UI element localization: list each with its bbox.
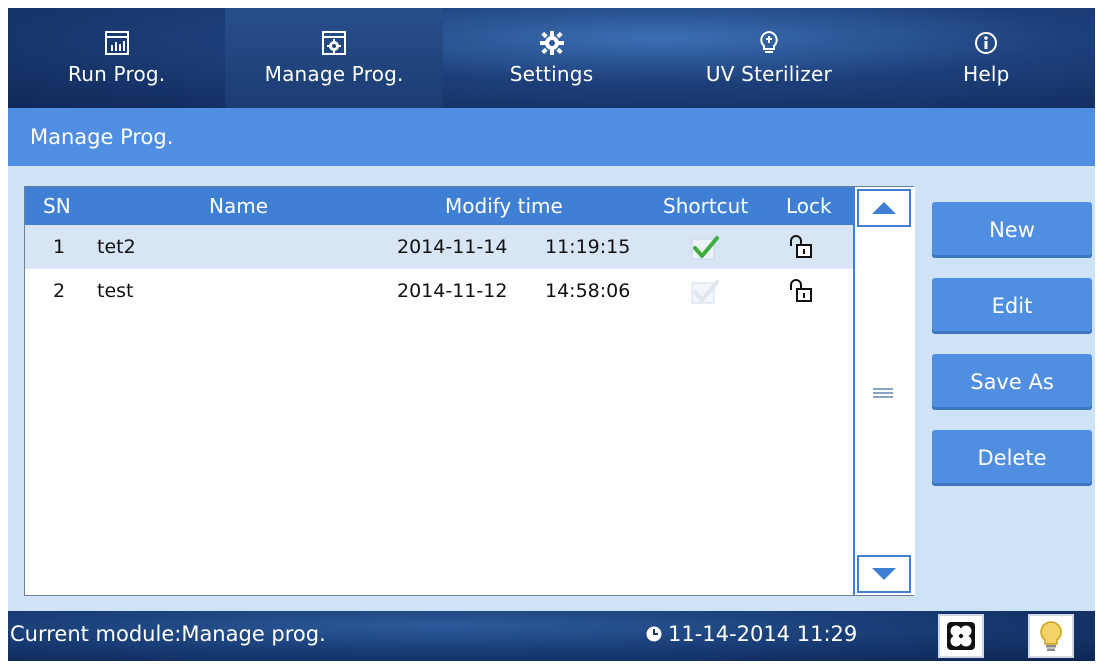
edit-button[interactable]: Edit bbox=[932, 278, 1092, 334]
tab-label: UV Sterilizer bbox=[705, 62, 832, 86]
cell-time: 11:19:15 bbox=[545, 236, 631, 258]
cell-name: test bbox=[97, 280, 134, 302]
scroll-up-button[interactable] bbox=[857, 189, 911, 227]
uv-bulb-icon bbox=[756, 30, 782, 56]
page-title-bar: Manage Prog. bbox=[8, 108, 1095, 166]
scroll-grip-icon[interactable] bbox=[873, 384, 893, 398]
cell-sn: 1 bbox=[53, 236, 66, 258]
triangle-down-icon bbox=[872, 568, 896, 580]
cell-date: 2014-11-14 bbox=[397, 236, 508, 258]
shortcut-checkbox[interactable] bbox=[689, 277, 723, 305]
current-module-text: Current module:Manage prog. bbox=[10, 622, 326, 646]
column-header-name: Name bbox=[209, 194, 269, 218]
gear-box-icon bbox=[321, 30, 347, 56]
tab-settings[interactable]: Settings bbox=[443, 8, 660, 108]
fan-icon bbox=[947, 622, 975, 650]
table-row[interactable]: 1 tet2 2014-11-14 11:19:15 bbox=[25, 225, 853, 269]
unlock-icon[interactable] bbox=[788, 277, 814, 305]
tab-label: Manage Prog. bbox=[264, 62, 404, 86]
gear-icon bbox=[539, 30, 565, 56]
new-button[interactable]: New bbox=[932, 202, 1092, 258]
tab-manage-prog[interactable]: Manage Prog. bbox=[225, 8, 443, 108]
clock: 11-14-2014 11:29 bbox=[646, 622, 857, 646]
save-as-button[interactable]: Save As bbox=[932, 354, 1092, 410]
delete-button[interactable]: Delete bbox=[932, 430, 1092, 486]
cell-sn: 2 bbox=[53, 280, 66, 302]
tab-label: Settings bbox=[509, 62, 594, 86]
triangle-up-icon bbox=[872, 202, 896, 214]
program-list: SN Name Modify time Shortcut Lock 1 tet2… bbox=[24, 186, 915, 596]
shortcut-checkbox[interactable] bbox=[689, 233, 723, 261]
info-icon bbox=[973, 30, 999, 56]
scroll-down-button[interactable] bbox=[857, 555, 911, 593]
tab-label: Help bbox=[963, 62, 1010, 86]
light-button[interactable] bbox=[1028, 614, 1074, 658]
status-bar: Current module:Manage prog. 11-14-2014 1… bbox=[8, 611, 1095, 661]
fan-button[interactable] bbox=[938, 614, 984, 658]
cell-date: 2014-11-12 bbox=[397, 280, 508, 302]
unlock-icon[interactable] bbox=[788, 233, 814, 261]
datetime-text: 11-14-2014 11:29 bbox=[668, 622, 858, 646]
list-header: SN Name Modify time Shortcut Lock bbox=[25, 187, 853, 225]
list-scrollbar[interactable] bbox=[853, 187, 915, 595]
app-window: Run Prog. Manage Prog. Settings UV Steri… bbox=[8, 8, 1095, 661]
tab-run-prog[interactable]: Run Prog. bbox=[8, 8, 225, 108]
chart-icon bbox=[104, 30, 130, 56]
cell-name: tet2 bbox=[97, 236, 136, 258]
table-row[interactable]: 2 test 2014-11-12 14:58:06 bbox=[25, 269, 853, 313]
cell-time: 14:58:06 bbox=[545, 280, 631, 302]
tab-uv-sterilizer[interactable]: UV Sterilizer bbox=[660, 8, 877, 108]
column-header-lock: Lock bbox=[786, 194, 832, 218]
page-title: Manage Prog. bbox=[30, 125, 174, 149]
tab-label: Run Prog. bbox=[68, 62, 166, 86]
clock-icon bbox=[646, 626, 662, 642]
light-bulb-icon bbox=[1040, 621, 1062, 651]
column-header-shortcut: Shortcut bbox=[663, 194, 749, 218]
top-nav: Run Prog. Manage Prog. Settings UV Steri… bbox=[8, 8, 1095, 108]
tab-help[interactable]: Help bbox=[878, 8, 1095, 108]
column-header-sn: SN bbox=[43, 194, 71, 218]
column-header-modify-time: Modify time bbox=[445, 194, 563, 218]
